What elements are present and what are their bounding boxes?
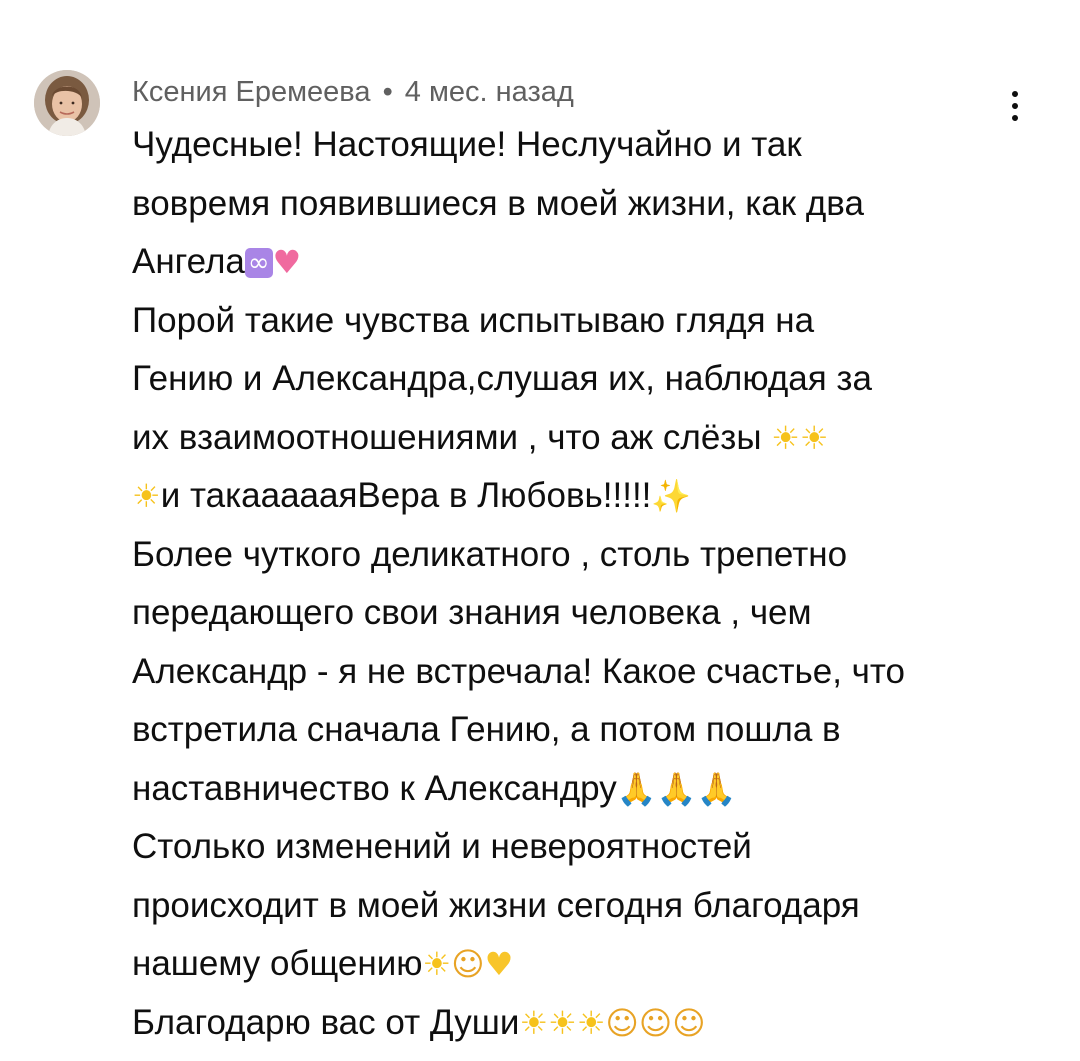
comment-line: передающего свои знания человека , чем [132, 584, 1032, 643]
sun-emoji: ☀ [799, 418, 829, 457]
folded-hands-emoji: 🙏 [696, 769, 737, 808]
comment-text: Чудесные! Настоящие! Неслучайно и так вов… [132, 116, 1032, 1052]
sparkles-emoji: ✨ [651, 477, 692, 515]
comment-line: Столько изменений и невероятностей [132, 818, 1032, 877]
comment-line-text: передающего свои знания человека , чем [132, 593, 812, 632]
comment-line: Благодарю вас от Души☀☀☀☺☺☺ [132, 994, 1032, 1053]
infinity-emoji: ∞ [244, 248, 273, 278]
comment-line: Более чуткого деликатного , столь трепет… [132, 526, 1032, 585]
sun-emoji: ☀ [576, 1003, 606, 1042]
comment-line-text: встретила сначала Гению, а потом пошла в [132, 710, 841, 749]
comment-line: Гению и Александра,слушая их, наблюдая з… [132, 350, 1032, 409]
comment-line-text: вовремя появившиеся в моей жизни, как дв… [132, 183, 864, 223]
comment-line: их взаимоотношениями , что аж слёзы ☀☀ [132, 409, 1032, 468]
comment-line: вовремя появившиеся в моей жизни, как дв… [132, 175, 1032, 234]
comment-meta: Ксения Еремеева • 4 мес. назад [132, 74, 574, 110]
sun-emoji: ☀ [548, 1003, 577, 1042]
comment-line-text: их взаимоотношениями , что аж слёзы [132, 417, 772, 457]
comment-line-text: происходит в моей жизни сегодня благодар… [132, 885, 860, 925]
sun-emoji: ☀ [519, 1003, 549, 1042]
comment-line-text: наставничество к Александру [132, 768, 617, 808]
comment-line-text: Благодарю вас от Души [132, 1002, 520, 1042]
meta-separator: • [382, 76, 393, 108]
growing-heart-emoji: ♥ [272, 243, 302, 281]
comment-line: наставничество к Александру🙏🙏🙏 [132, 760, 1032, 819]
smiling-face-emoji: ☺ [672, 1003, 706, 1042]
more-vert-icon-dot [1012, 103, 1018, 109]
comment-line: нашему общению☀☺♥ [132, 935, 1032, 994]
comment-line: Порой такие чувства испытываю глядя на [132, 292, 1032, 351]
comment-line-text: нашему общению [132, 944, 423, 983]
comment-line: Александр - я не встречала! Какое счасть… [132, 643, 1032, 702]
comment-time[interactable]: 4 мес. назад [405, 76, 574, 108]
folded-hands-emoji: 🙏 [656, 769, 697, 808]
smiling-face-emoji: ☺ [451, 945, 485, 983]
comment-line-text: Более чуткого деликатного , столь трепет… [132, 534, 848, 574]
comment-line-text: Столько изменений и невероятностей [132, 827, 752, 866]
smiling-face-emoji: ☺ [638, 1003, 673, 1042]
comment: Ксения Еремеева • 4 мес. назад Чудесные!… [0, 0, 1080, 1061]
folded-hands-emoji: 🙏 [616, 769, 657, 808]
sun-emoji: ☀ [422, 945, 452, 983]
comment-line: происходит в моей жизни сегодня благодар… [132, 877, 1032, 936]
comment-line: встретила сначала Гению, а потом пошла в [132, 701, 1032, 760]
comment-line-text: Чудесные! Настоящие! Неслучайно и так [132, 125, 802, 164]
avatar[interactable] [34, 70, 100, 136]
avatar-photo-icon [34, 70, 100, 136]
comment-line: Ангела ∞♥ [132, 233, 1032, 292]
more-vert-icon [1012, 91, 1018, 97]
sun-emoji: ☀ [132, 477, 161, 515]
comment-line: Чудесные! Настоящие! Неслучайно и так [132, 116, 1032, 175]
smiling-face-emoji: ☺ [605, 1003, 639, 1042]
comment-line-text: Ангела [132, 242, 245, 281]
comment-line: ☀и такаааааяВера в Любовь!!!!!✨ [132, 467, 1032, 526]
author-name[interactable]: Ксения Еремеева [132, 76, 371, 108]
comment-line-text: Гению и Александра,слушая их, наблюдая з… [132, 359, 872, 398]
comment-line-text: Порой такие чувства испытываю глядя на [132, 300, 815, 340]
yellow-heart-emoji: ♥ [484, 945, 514, 983]
comment-line-text: и такаааааяВера в Любовь!!!!! [160, 476, 652, 515]
sun-emoji: ☀ [771, 418, 800, 457]
comment-line-text: Александр - я не встречала! Какое счасть… [132, 651, 905, 691]
